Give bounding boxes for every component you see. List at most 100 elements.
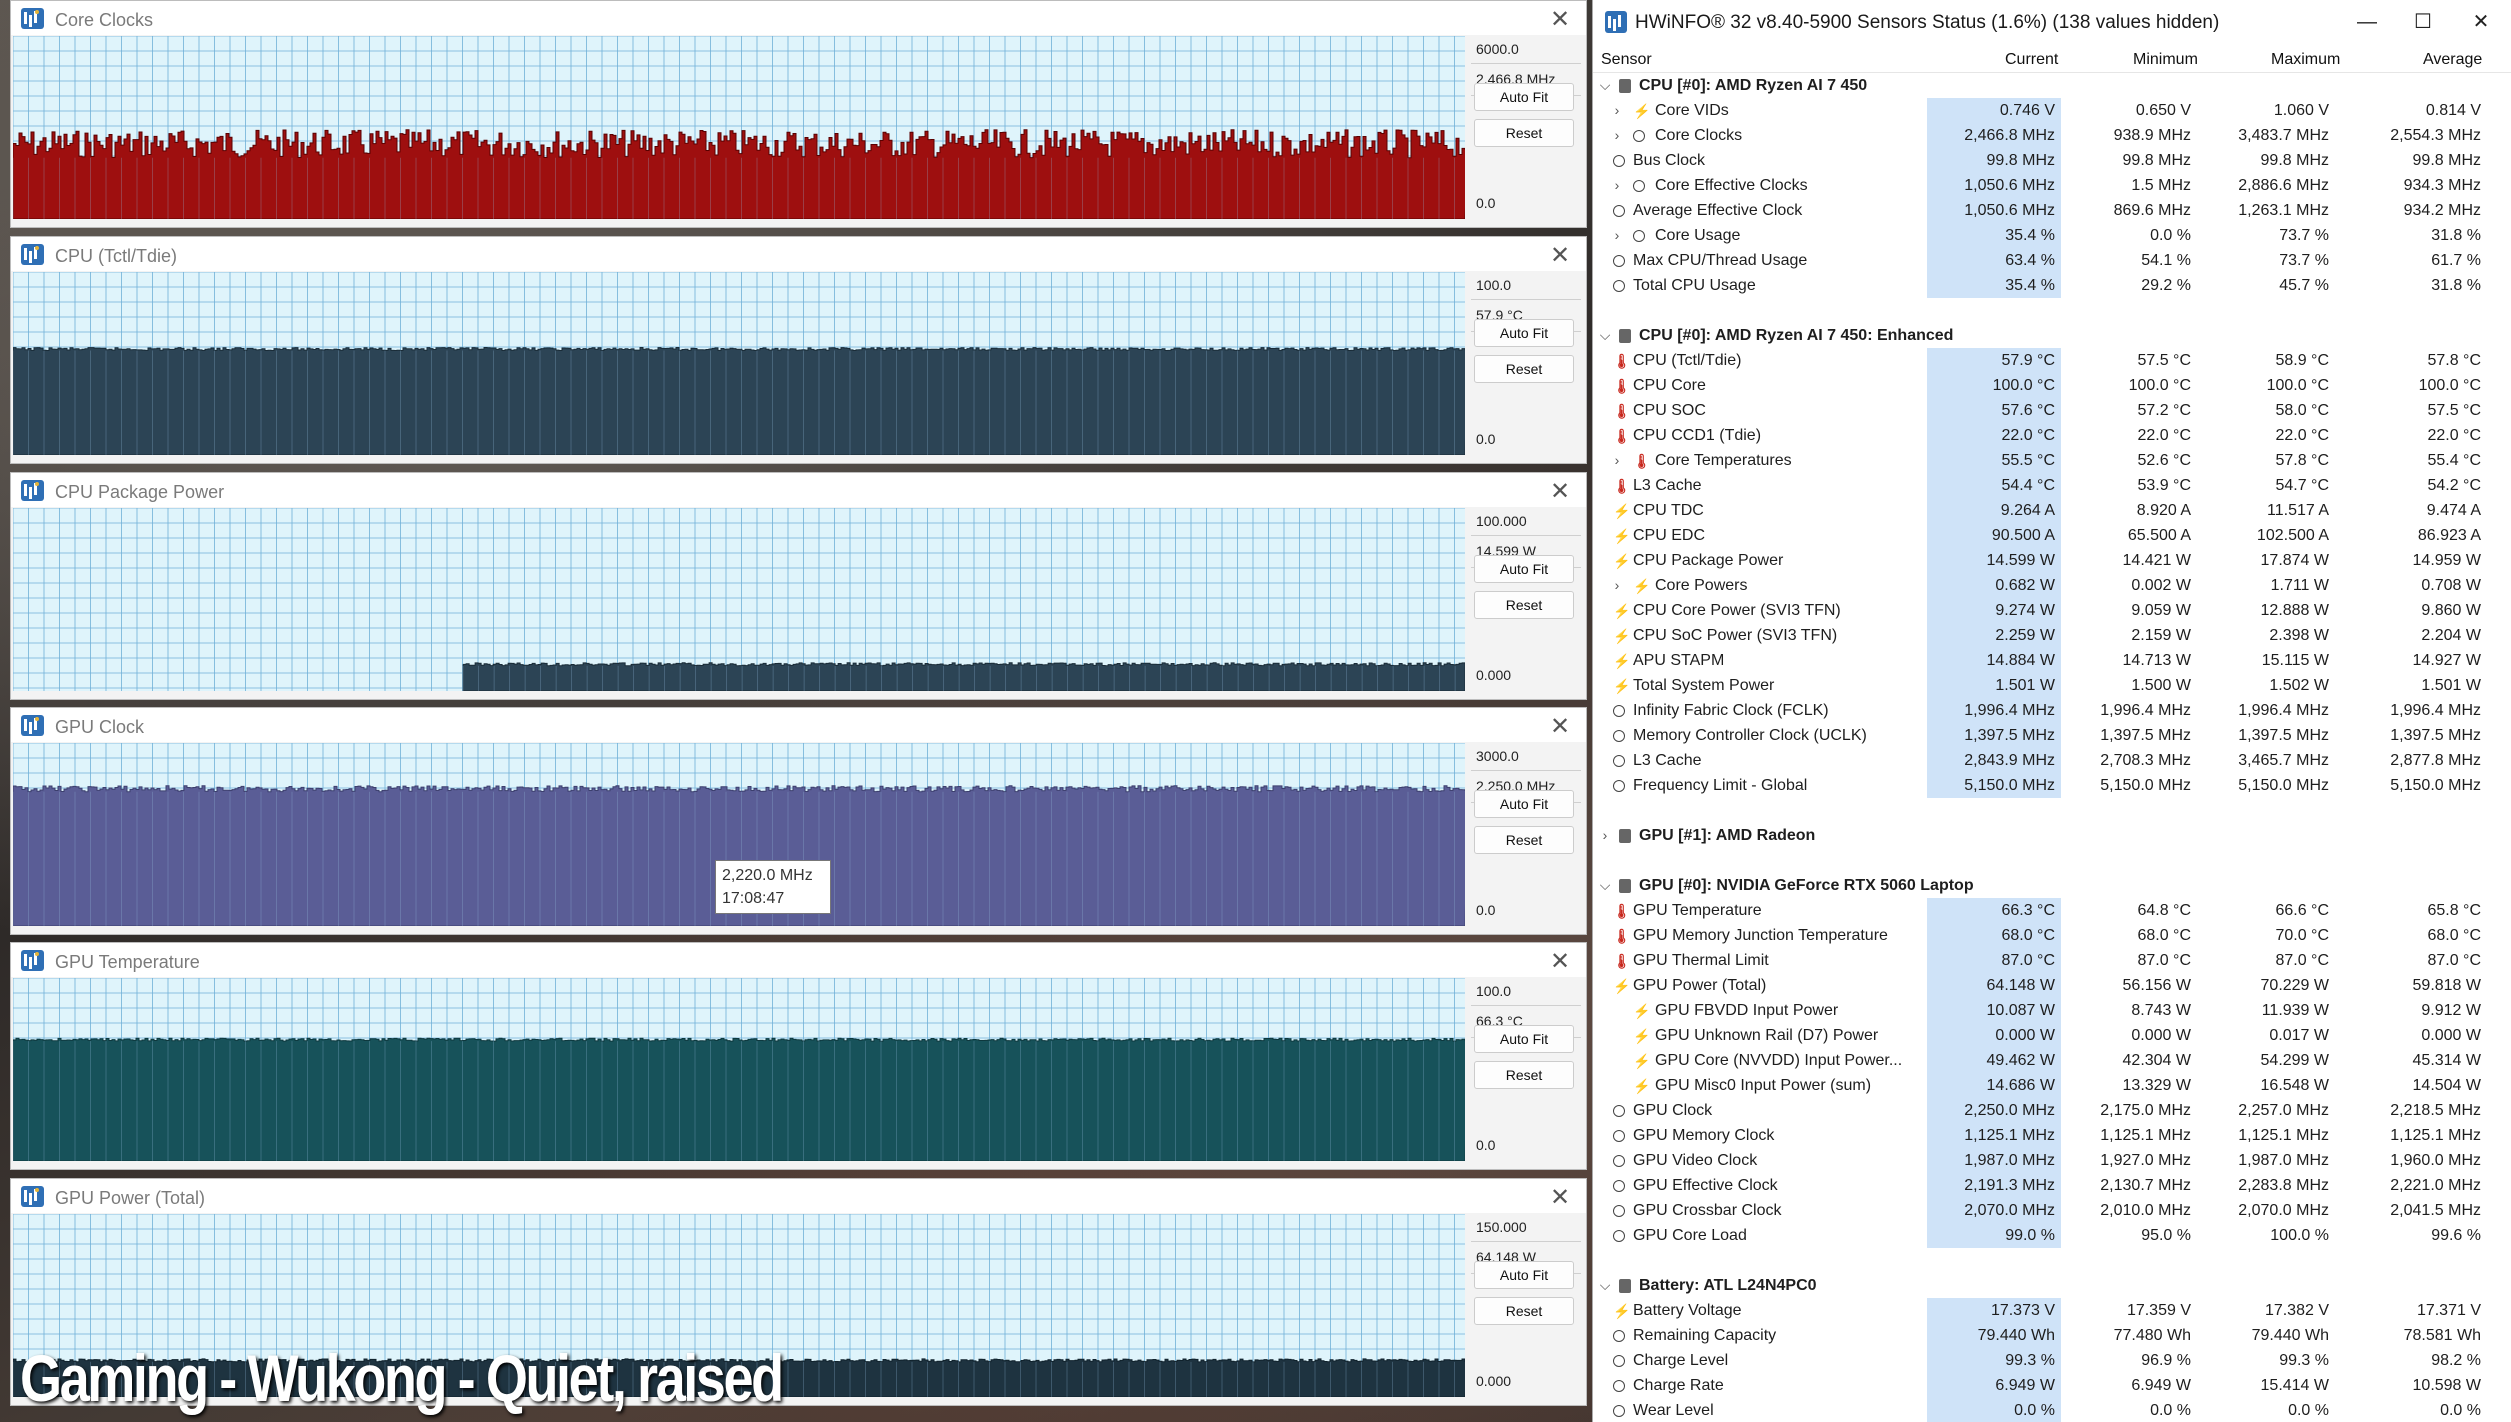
sensor-row[interactable]: › ⚡ Core VIDs 0.746 V 0.650 V 1.060 V 0.814 V xyxy=(1593,98,2511,123)
sensor-row[interactable]: GPU Memory Clock 1,125.1 MHz 1,125.1 MHz 1,… xyxy=(1593,1123,2511,1148)
chevron-down-icon[interactable]: ⌵ xyxy=(1597,1273,1613,1298)
col-maximum[interactable]: Maximum xyxy=(2271,51,2340,69)
chevron-down-icon[interactable]: ⌵ xyxy=(1597,73,1613,98)
close-icon[interactable]: ✕ xyxy=(1546,1183,1574,1212)
sensor-row[interactable]: Average Effective Clock 1,050.6 MHz 869.6 … xyxy=(1593,198,2511,223)
reset-button[interactable]: Reset xyxy=(1474,1297,1574,1325)
sensor-row[interactable]: Wear Level 0.0 % 0.0 % 0.0 % 0.0 % xyxy=(1593,1398,2511,1422)
sensor-row[interactable]: Infinity Fabric Clock (FCLK) 1,996.4 MHz 1… xyxy=(1593,698,2511,723)
sensor-row[interactable]: 🌡 GPU Memory Junction Temperature 68.0 °C 6… xyxy=(1593,923,2511,948)
auto-fit-button[interactable]: Auto Fit xyxy=(1474,555,1574,583)
close-icon[interactable]: ✕ xyxy=(1546,477,1574,506)
sensor-row[interactable]: Charge Level 99.3 % 96.9 % 99.3 % 98.2 % xyxy=(1593,1348,2511,1373)
chevron-right-icon[interactable]: › xyxy=(1609,573,1625,598)
graph-titlebar[interactable]: GPU Power (Total) ✕ xyxy=(11,1179,1586,1213)
sensor-row[interactable]: Charge Rate 6.949 W 6.949 W 15.414 W 10.598 … xyxy=(1593,1373,2511,1398)
sensor-row[interactable]: 🌡 CPU SOC 57.6 °C 57.2 °C 58.0 °C 57.5 °C xyxy=(1593,398,2511,423)
sensor-row[interactable]: › Core Usage 35.4 % 0.0 % 73.7 % 31.8 % xyxy=(1593,223,2511,248)
clock-icon xyxy=(1613,780,1625,792)
maximum-value: 58.9 °C xyxy=(2275,352,2329,369)
sensor-group-header[interactable]: › GPU [#1]: AMD Radeon xyxy=(1593,823,2511,848)
graph-titlebar[interactable]: CPU Package Power ✕ xyxy=(11,473,1586,507)
graph-titlebar[interactable]: Core Clocks ✕ xyxy=(11,1,1586,35)
chevron-right-icon[interactable]: › xyxy=(1609,123,1625,148)
sensor-row[interactable]: GPU Crossbar Clock 2,070.0 MHz 2,010.0 MHz… xyxy=(1593,1198,2511,1223)
minimize-button[interactable]: — xyxy=(2345,6,2389,38)
auto-fit-button[interactable]: Auto Fit xyxy=(1474,790,1574,818)
sensor-row[interactable]: GPU Clock 2,250.0 MHz 2,175.0 MHz 2,257.0 M… xyxy=(1593,1098,2511,1123)
sensor-row[interactable]: ⚡ GPU Misc0 Input Power (sum) 14.686 W 13.3… xyxy=(1593,1073,2511,1098)
sensor-row[interactable]: Frequency Limit - Global 5,150.0 MHz 5,150… xyxy=(1593,773,2511,798)
sensor-group-header[interactable]: ⌵ CPU [#0]: AMD Ryzen AI 7 450 xyxy=(1593,73,2511,98)
auto-fit-button[interactable]: Auto Fit xyxy=(1474,1025,1574,1053)
graph-titlebar[interactable]: GPU Temperature ✕ xyxy=(11,943,1586,977)
maximum-value: 2,257.0 MHz xyxy=(2238,1102,2329,1119)
sensor-row[interactable]: 🌡 CPU (Tctl/Tdie) 57.9 °C 57.5 °C 58.9 °C 57.… xyxy=(1593,348,2511,373)
reset-button[interactable]: Reset xyxy=(1474,355,1574,383)
sensor-row[interactable]: ⚡ CPU Package Power 14.599 W 14.421 W 17.874… xyxy=(1593,548,2511,573)
sensor-group-header[interactable]: ⌵ Battery: ATL L24N4PC0 xyxy=(1593,1273,2511,1298)
sensor-row[interactable]: › ⚡ Core Powers 0.682 W 0.002 W 1.711 W 0.708 … xyxy=(1593,573,2511,598)
sensor-row[interactable]: ⚡ CPU EDC 90.500 A 65.500 A 102.500 A 86.923 … xyxy=(1593,523,2511,548)
sensors-titlebar[interactable]: HWiNFO® 32 v8.40-5900 Sensors Status (1.… xyxy=(1593,0,2511,44)
sensor-row[interactable]: 🌡 L3 Cache 54.4 °C 53.9 °C 54.7 °C 54.2 °C xyxy=(1593,473,2511,498)
col-sensor[interactable]: Sensor xyxy=(1601,51,1652,69)
sensor-row[interactable]: 🌡 CPU CCD1 (Tdie) 22.0 °C 22.0 °C 22.0 °C 22.… xyxy=(1593,423,2511,448)
reset-button[interactable]: Reset xyxy=(1474,591,1574,619)
chevron-right-icon[interactable]: › xyxy=(1597,823,1613,848)
sensor-row[interactable]: › 🌡 Core Temperatures 55.5 °C 52.6 °C 57.8 °C… xyxy=(1593,448,2511,473)
reset-button[interactable]: Reset xyxy=(1474,826,1574,854)
sensor-row[interactable]: ⚡ Battery Voltage 17.373 V 17.359 V 17.382 V… xyxy=(1593,1298,2511,1323)
auto-fit-button[interactable]: Auto Fit xyxy=(1474,319,1574,347)
sensor-row[interactable]: 🌡 GPU Thermal Limit 87.0 °C 87.0 °C 87.0 °C 8… xyxy=(1593,948,2511,973)
close-icon[interactable]: ✕ xyxy=(1546,947,1574,976)
sensor-row[interactable]: ⚡ GPU Unknown Rail (D7) Power 0.000 W 0.000… xyxy=(1593,1023,2511,1048)
sensor-group-header[interactable]: ⌵ GPU [#0]: NVIDIA GeForce RTX 5060 Lapt… xyxy=(1593,873,2511,898)
sensor-row[interactable]: › Core Effective Clocks 1,050.6 MHz 1.5 MHz… xyxy=(1593,173,2511,198)
close-icon[interactable]: ✕ xyxy=(1546,5,1574,34)
reset-button[interactable]: Reset xyxy=(1474,119,1574,147)
graph-plot xyxy=(13,978,1465,1161)
sensor-group-header[interactable]: ⌵ CPU [#0]: AMD Ryzen AI 7 450: Enhanced xyxy=(1593,323,2511,348)
sensor-row[interactable]: Memory Controller Clock (UCLK) 1,397.5 MH… xyxy=(1593,723,2511,748)
col-average[interactable]: Average xyxy=(2423,51,2482,69)
sensor-row[interactable]: 🌡 CPU Core 100.0 °C 100.0 °C 100.0 °C 100.0 °… xyxy=(1593,373,2511,398)
sensor-row[interactable]: › Core Clocks 2,466.8 MHz 938.9 MHz 3,483.7 … xyxy=(1593,123,2511,148)
maximize-button[interactable]: ☐ xyxy=(2401,6,2445,38)
sensor-row[interactable]: 🌡 GPU Temperature 66.3 °C 64.8 °C 66.6 °C 65.… xyxy=(1593,898,2511,923)
chevron-right-icon[interactable]: › xyxy=(1609,98,1625,123)
sensor-row[interactable]: GPU Core Load 99.0 % 95.0 % 100.0 % 99.6 % xyxy=(1593,1223,2511,1248)
auto-fit-button[interactable]: Auto Fit xyxy=(1474,83,1574,111)
graph-titlebar[interactable]: GPU Clock ✕ xyxy=(11,708,1586,742)
sensor-row[interactable]: GPU Video Clock 1,987.0 MHz 1,927.0 MHz 1,9… xyxy=(1593,1148,2511,1173)
sensor-row[interactable]: L3 Cache 2,843.9 MHz 2,708.3 MHz 3,465.7 MH… xyxy=(1593,748,2511,773)
chevron-right-icon[interactable]: › xyxy=(1609,173,1625,198)
close-icon[interactable]: ✕ xyxy=(1546,241,1574,270)
graph-window: CPU (Tctl/Tdie) ✕ 100.0 57.9 °C Auto Fit… xyxy=(10,236,1587,464)
sensor-row[interactable]: ⚡ CPU TDC 9.264 A 8.920 A 11.517 A 9.474 A xyxy=(1593,498,2511,523)
graph-titlebar[interactable]: CPU (Tctl/Tdie) ✕ xyxy=(11,237,1586,271)
chevron-down-icon[interactable]: ⌵ xyxy=(1597,873,1613,898)
sensor-row[interactable]: Total CPU Usage 35.4 % 29.2 % 45.7 % 31.8 % xyxy=(1593,273,2511,298)
chevron-right-icon[interactable]: › xyxy=(1609,448,1625,473)
auto-fit-button[interactable]: Auto Fit xyxy=(1474,1261,1574,1289)
sensor-row[interactable]: Remaining Capacity 79.440 Wh 77.480 Wh 79.4… xyxy=(1593,1323,2511,1348)
col-minimum[interactable]: Minimum xyxy=(2133,51,2198,69)
chevron-right-icon[interactable]: › xyxy=(1609,223,1625,248)
sensor-row[interactable]: ⚡ GPU Core (NVVDD) Input Power... 49.462 W… xyxy=(1593,1048,2511,1073)
close-icon[interactable]: ✕ xyxy=(1546,712,1574,741)
sensor-row[interactable]: ⚡ CPU SoC Power (SVI3 TFN) 2.259 W 2.159 W 2… xyxy=(1593,623,2511,648)
sensor-row[interactable]: ⚡ APU STAPM 14.884 W 14.713 W 15.115 W 14.927… xyxy=(1593,648,2511,673)
sensor-row[interactable]: ⚡ CPU Core Power (SVI3 TFN) 9.274 W 9.059 W… xyxy=(1593,598,2511,623)
col-current[interactable]: Current xyxy=(2005,51,2058,69)
sensor-row[interactable]: ⚡ Total System Power 1.501 W 1.500 W 1.502 W… xyxy=(1593,673,2511,698)
reset-button[interactable]: Reset xyxy=(1474,1061,1574,1089)
sensor-row[interactable]: GPU Effective Clock 2,191.3 MHz 2,130.7 MH… xyxy=(1593,1173,2511,1198)
sensor-row[interactable]: Bus Clock 99.8 MHz 99.8 MHz 99.8 MHz 99.8 MH… xyxy=(1593,148,2511,173)
sensor-label: Core Usage xyxy=(1655,227,1741,244)
close-button[interactable]: ✕ xyxy=(2459,6,2503,38)
sensor-row[interactable]: ⚡ GPU Power (Total) 64.148 W 56.156 W 70.229… xyxy=(1593,973,2511,998)
sensor-row[interactable]: Max CPU/Thread Usage 63.4 % 54.1 % 73.7 % 61… xyxy=(1593,248,2511,273)
chevron-down-icon[interactable]: ⌵ xyxy=(1597,323,1613,348)
sensor-row[interactable]: ⚡ GPU FBVDD Input Power 10.087 W 8.743 W 11.… xyxy=(1593,998,2511,1023)
